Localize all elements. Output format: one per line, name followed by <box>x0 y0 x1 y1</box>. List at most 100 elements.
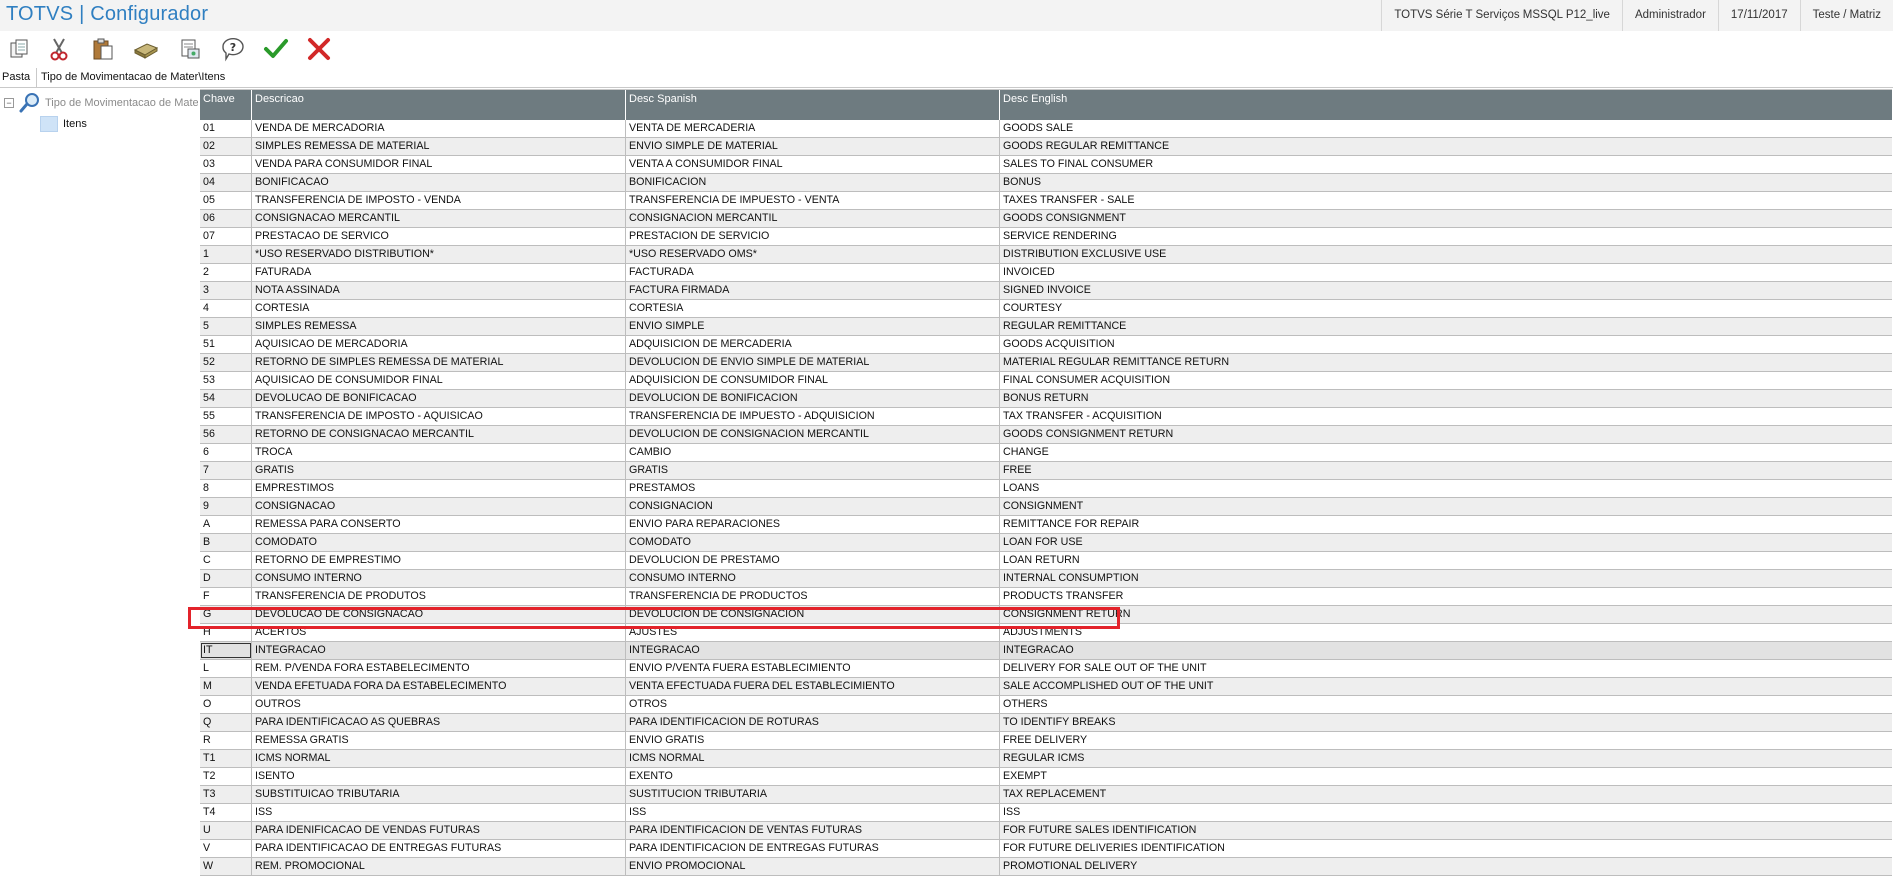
cell-desc-english[interactable]: SERVICE RENDERING <box>1000 228 1892 245</box>
cell-desc-english[interactable]: INTEGRACAO <box>1000 642 1892 659</box>
cell-desc-english[interactable]: LOAN RETURN <box>1000 552 1892 569</box>
cell-chave[interactable]: IT <box>200 642 252 659</box>
table-row[interactable]: F TRANSFERENCIA DE PRODUTOS TRANSFERENCIA … <box>200 588 1892 606</box>
cell-desc-english[interactable]: FOR FUTURE SALES IDENTIFICATION <box>1000 822 1892 839</box>
table-row[interactable]: T4 ISS ISS ISS <box>200 804 1892 822</box>
cell-desc-english[interactable]: TAX REPLACEMENT <box>1000 786 1892 803</box>
cell-descricao[interactable]: CONSIGNACAO MERCANTIL <box>252 210 626 227</box>
cell-desc-english[interactable]: DISTRIBUTION EXCLUSIVE USE <box>1000 246 1892 263</box>
cell-desc-english[interactable]: DELIVERY FOR SALE OUT OF THE UNIT <box>1000 660 1892 677</box>
cell-chave[interactable]: 52 <box>200 354 252 371</box>
help-button[interactable]: ? <box>218 34 248 64</box>
cell-descricao[interactable]: REM. PROMOCIONAL <box>252 858 626 875</box>
cell-desc-spanish[interactable]: ADQUISICION DE CONSUMIDOR FINAL <box>626 372 1000 389</box>
tree-root-node[interactable]: − Tipo de Movimentacao de Materiais <box>4 93 198 113</box>
cell-desc-spanish[interactable]: PRESTAMOS <box>626 480 1000 497</box>
tab-pasta[interactable]: Pasta <box>0 68 38 87</box>
cell-descricao[interactable]: REM. P/VENDA FORA ESTABELECIMENTO <box>252 660 626 677</box>
cell-desc-spanish[interactable]: VENTA DE MERCADERIA <box>626 120 1000 137</box>
cell-desc-spanish[interactable]: *USO RESERVADO OMS* <box>626 246 1000 263</box>
cell-desc-english[interactable]: FOR FUTURE DELIVERIES IDENTIFICATION <box>1000 840 1892 857</box>
user-label[interactable]: Administrador <box>1621 0 1718 31</box>
date-label[interactable]: 17/11/2017 <box>1717 0 1800 31</box>
cell-desc-spanish[interactable]: DEVOLUCION DE PRESTAMO <box>626 552 1000 569</box>
cell-desc-spanish[interactable]: CONSUMO INTERNO <box>626 570 1000 587</box>
cell-desc-spanish[interactable]: ENVIO SIMPLE DE MATERIAL <box>626 138 1000 155</box>
cell-desc-spanish[interactable]: DEVOLUCION DE BONIFICACION <box>626 390 1000 407</box>
cell-descricao[interactable]: AQUISICAO DE CONSUMIDOR FINAL <box>252 372 626 389</box>
table-row[interactable]: 9 CONSIGNACAO CONSIGNACION CONSIGNMENT <box>200 498 1892 516</box>
cell-chave[interactable]: T3 <box>200 786 252 803</box>
cell-desc-spanish[interactable]: GRATIS <box>626 462 1000 479</box>
cell-desc-spanish[interactable]: DEVOLUCION DE CONSIGNACION MERCANTIL <box>626 426 1000 443</box>
book-button[interactable] <box>131 34 161 64</box>
cell-desc-english[interactable]: LOANS <box>1000 480 1892 497</box>
cell-desc-english[interactable]: BONUS RETURN <box>1000 390 1892 407</box>
cell-desc-spanish[interactable]: PARA IDENTIFICACION DE ENTREGAS FUTURAS <box>626 840 1000 857</box>
table-row[interactable]: T1 ICMS NORMAL ICMS NORMAL REGULAR ICMS <box>200 750 1892 768</box>
table-row[interactable]: 03 VENDA PARA CONSUMIDOR FINAL VENTA A CON… <box>200 156 1892 174</box>
cell-descricao[interactable]: SIMPLES REMESSA DE MATERIAL <box>252 138 626 155</box>
cell-chave[interactable]: B <box>200 534 252 551</box>
table-row[interactable]: 01 VENDA DE MERCADORIA VENTA DE MERCADERIA… <box>200 120 1892 138</box>
cell-chave[interactable]: 04 <box>200 174 252 191</box>
table-row[interactable]: C RETORNO DE EMPRESTIMO DEVOLUCION DE PRES… <box>200 552 1892 570</box>
column-header-chave[interactable]: Chave <box>200 90 252 120</box>
cell-descricao[interactable]: BONIFICACAO <box>252 174 626 191</box>
cell-chave[interactable]: 54 <box>200 390 252 407</box>
cell-descricao[interactable]: *USO RESERVADO DISTRIBUTION* <box>252 246 626 263</box>
cell-desc-english[interactable]: INTERNAL CONSUMPTION <box>1000 570 1892 587</box>
cell-desc-english[interactable]: GOODS ACQUISITION <box>1000 336 1892 353</box>
cell-desc-english[interactable]: TAX TRANSFER - ACQUISITION <box>1000 408 1892 425</box>
tree-node-itens[interactable]: Itens <box>40 116 87 132</box>
cell-descricao[interactable]: RETORNO DE EMPRESTIMO <box>252 552 626 569</box>
cell-desc-english[interactable]: INVOICED <box>1000 264 1892 281</box>
cell-chave[interactable]: Q <box>200 714 252 731</box>
table-row[interactable]: 3 NOTA ASSINADA FACTURA FIRMADA SIGNED INVO… <box>200 282 1892 300</box>
cell-desc-spanish[interactable]: EXENTO <box>626 768 1000 785</box>
cell-descricao[interactable]: INTEGRACAO <box>252 642 626 659</box>
cell-chave[interactable]: 02 <box>200 138 252 155</box>
cell-descricao[interactable]: ISS <box>252 804 626 821</box>
cell-desc-english[interactable]: FINAL CONSUMER ACQUISITION <box>1000 372 1892 389</box>
cell-desc-english[interactable]: SALE ACCOMPLISHED OUT OF THE UNIT <box>1000 678 1892 695</box>
table-row[interactable]: D CONSUMO INTERNO CONSUMO INTERNO INTERNAL … <box>200 570 1892 588</box>
cell-descricao[interactable]: TRANSFERENCIA DE IMPOSTO - VENDA <box>252 192 626 209</box>
cell-chave[interactable]: 07 <box>200 228 252 245</box>
table-row[interactable]: U PARA IDENIFICACAO DE VENDAS FUTURAS PARA… <box>200 822 1892 840</box>
table-row[interactable]: 04 BONIFICACAO BONIFICACION BONUS <box>200 174 1892 192</box>
table-row[interactable]: 1 *USO RESERVADO DISTRIBUTION* *USO RESERV… <box>200 246 1892 264</box>
cell-chave[interactable]: U <box>200 822 252 839</box>
cell-descricao[interactable]: ICMS NORMAL <box>252 750 626 767</box>
cell-desc-english[interactable]: GOODS CONSIGNMENT <box>1000 210 1892 227</box>
cell-descricao[interactable]: COMODATO <box>252 534 626 551</box>
cell-chave[interactable]: 2 <box>200 264 252 281</box>
table-row[interactable]: M VENDA EFETUADA FORA DA ESTABELECIMENTO V… <box>200 678 1892 696</box>
cell-desc-english[interactable]: PRODUCTS TRANSFER <box>1000 588 1892 605</box>
cell-chave[interactable]: 51 <box>200 336 252 353</box>
cell-desc-english[interactable]: CONSIGNMENT <box>1000 498 1892 515</box>
column-header-desc-english[interactable]: Desc English <box>1000 90 1892 120</box>
cell-chave[interactable]: D <box>200 570 252 587</box>
cancel-button[interactable] <box>304 34 334 64</box>
cell-desc-spanish[interactable]: CONSIGNACION <box>626 498 1000 515</box>
cell-desc-spanish[interactable]: CAMBIO <box>626 444 1000 461</box>
cell-desc-spanish[interactable]: SUSTITUCION TRIBUTARIA <box>626 786 1000 803</box>
table-row[interactable]: 5 SIMPLES REMESSA ENVIO SIMPLE REGULAR REMI… <box>200 318 1892 336</box>
cell-chave[interactable]: 1 <box>200 246 252 263</box>
cell-descricao[interactable]: OUTROS <box>252 696 626 713</box>
cell-descricao[interactable]: AQUISICAO DE MERCADORIA <box>252 336 626 353</box>
cell-desc-spanish[interactable]: TRANSFERENCIA DE IMPUESTO - ADQUISICION <box>626 408 1000 425</box>
cell-descricao[interactable]: SIMPLES REMESSA <box>252 318 626 335</box>
cell-desc-english[interactable]: SALES TO FINAL CONSUMER <box>1000 156 1892 173</box>
cell-chave[interactable]: T4 <box>200 804 252 821</box>
table-row[interactable]: 05 TRANSFERENCIA DE IMPOSTO - VENDA TRANSF… <box>200 192 1892 210</box>
cell-chave[interactable]: 06 <box>200 210 252 227</box>
table-row[interactable]: A REMESSA PARA CONSERTO ENVIO PARA REPARAC… <box>200 516 1892 534</box>
table-row[interactable]: 52 RETORNO DE SIMPLES REMESSA DE MATERIAL… <box>200 354 1892 372</box>
cell-desc-english[interactable]: OTHERS <box>1000 696 1892 713</box>
cell-desc-english[interactable]: TO IDENTIFY BREAKS <box>1000 714 1892 731</box>
table-row[interactable]: 8 EMPRESTIMOS PRESTAMOS LOANS <box>200 480 1892 498</box>
cell-chave[interactable]: O <box>200 696 252 713</box>
table-row[interactable]: T3 SUBSTITUICAO TRIBUTARIA SUSTITUCION TRI… <box>200 786 1892 804</box>
